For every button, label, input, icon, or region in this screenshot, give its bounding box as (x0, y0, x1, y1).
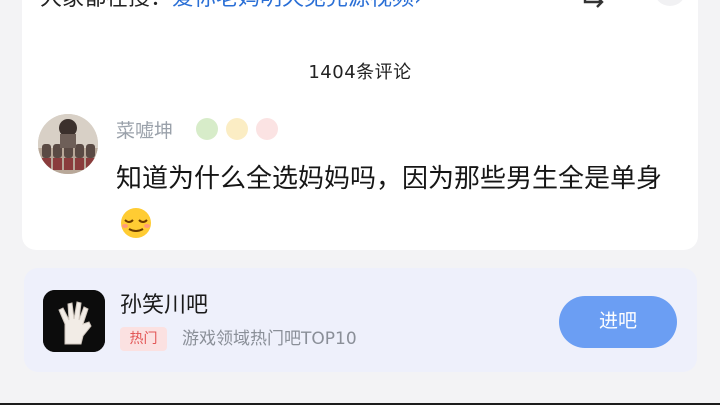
hot-search-strip[interactable]: 大家都在搜：爱你老妈明天见完源视频› (40, 0, 640, 14)
rose-badge-icon (256, 118, 278, 140)
join-forum-button[interactable]: 进吧 (559, 296, 677, 348)
smile-badge-icon (226, 118, 248, 140)
comment-body: 知道为什么全选妈妈吗，因为那些男生全是单身 (116, 156, 676, 248)
share-icon[interactable] (577, 0, 611, 12)
hot-search-lead: 大家都在搜： (40, 0, 172, 11)
comment-text: 知道为什么全选妈妈吗，因为那些男生全是单身 (116, 164, 663, 194)
screen: 大家都在搜：爱你老妈明天见完源视频› 1404条评论 (0, 0, 720, 405)
forum-logo[interactable] (43, 290, 105, 352)
relieved-face-icon (116, 207, 156, 239)
comment-count: 1404条评论 (308, 62, 412, 83)
leaf-badge-icon (196, 118, 218, 140)
close-icon[interactable] (652, 0, 688, 12)
forum-name[interactable]: 孙笑川吧 (120, 287, 208, 319)
hot-tag: 热门 (120, 327, 167, 351)
avatar[interactable] (38, 114, 98, 174)
hot-search-link[interactable]: 爱你老妈明天见完源视频 (172, 0, 414, 11)
forum-description: 游戏领域热门吧TOP10 (182, 329, 357, 349)
chevron-right-icon: › (414, 0, 423, 11)
comment-username[interactable]: 菜嘘坤 (116, 116, 173, 143)
